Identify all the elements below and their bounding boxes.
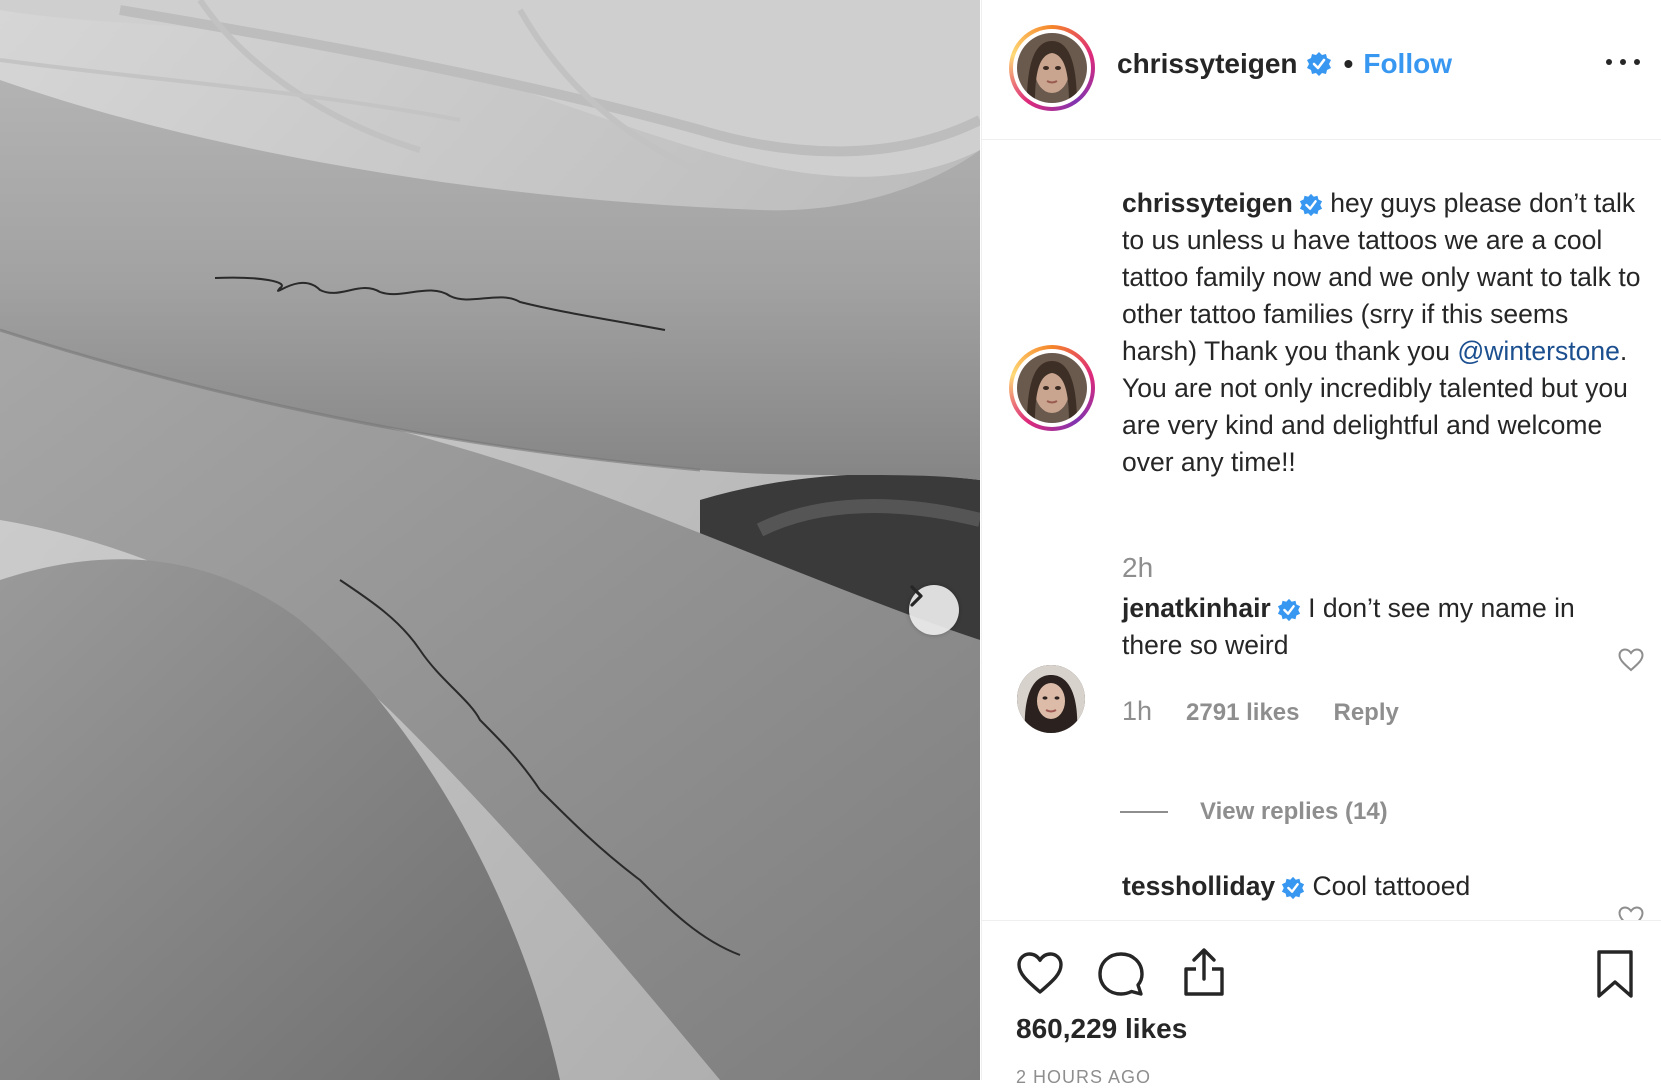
post-actions-bar: 860,229 likes 2 HOURS AGO — [982, 920, 1661, 1087]
comment-meta: 1h 2791 likes Reply — [1122, 696, 1399, 727]
comment-text: Cool tattooed — [1305, 871, 1471, 901]
avatar-image — [1017, 353, 1087, 423]
verified-badge-icon — [1277, 598, 1300, 622]
reply-button[interactable]: Reply — [1333, 699, 1398, 727]
view-replies-button[interactable]: View replies (14) — [1120, 798, 1388, 826]
caption-timestamp[interactable]: 2h — [1122, 552, 1153, 584]
follow-button[interactable]: Follow — [1363, 48, 1452, 80]
comment-timestamp[interactable]: 1h — [1122, 696, 1152, 727]
post-details-panel: chrissyteigen • Follow chrissyteigen hey… — [981, 0, 1661, 1087]
view-replies-label: View replies (14) — [1200, 798, 1388, 825]
instagram-post: chrissyteigen • Follow chrissyteigen hey… — [0, 0, 1661, 1087]
post-timestamp: 2 HOURS AGO — [1016, 1067, 1152, 1087]
bookmark-icon[interactable] — [1595, 949, 1635, 999]
caption-mention-link[interactable]: @winterstone — [1457, 336, 1619, 366]
comments-scroll-area[interactable]: chrissyteigen hey guys please don’t talk… — [982, 140, 1661, 920]
comment-username[interactable]: jenatkinhair — [1122, 593, 1271, 623]
caption-avatar[interactable] — [1009, 345, 1095, 431]
like-heart-icon[interactable] — [1016, 951, 1064, 995]
more-options-icon[interactable] — [1606, 52, 1640, 72]
replies-divider — [1120, 811, 1168, 813]
comment-bubble-icon[interactable] — [1098, 951, 1144, 997]
comment-item: jenatkinhair I don’t see my name in ther… — [1122, 590, 1612, 664]
avatar-image — [1017, 665, 1085, 733]
like-comment-heart-icon[interactable] — [1618, 906, 1644, 920]
verified-badge-icon — [1282, 876, 1305, 900]
verified-badge-icon — [1306, 52, 1331, 76]
post-likes-count[interactable]: 860,229 likes — [1016, 1013, 1187, 1045]
chevron-right-icon — [910, 585, 923, 607]
verified-badge-icon — [1299, 193, 1322, 217]
post-caption: chrissyteigen hey guys please don’t talk… — [1122, 185, 1642, 481]
author-username[interactable]: chrissyteigen — [1117, 48, 1298, 80]
comment-username[interactable]: tessholliday — [1122, 871, 1275, 901]
like-comment-heart-icon[interactable] — [1618, 648, 1644, 672]
post-photo[interactable] — [0, 0, 980, 1080]
post-header: chrissyteigen • Follow — [982, 0, 1661, 140]
author-avatar[interactable] — [1009, 25, 1095, 111]
header-user-line: chrissyteigen • Follow — [1117, 48, 1452, 80]
avatar-image — [1017, 33, 1087, 103]
next-photo-button[interactable] — [909, 585, 959, 635]
commenter-avatar[interactable] — [1017, 665, 1085, 733]
comment-item: tessholliday Cool tattooed — [1122, 868, 1612, 905]
header-separator: • — [1343, 48, 1354, 79]
caption-username[interactable]: chrissyteigen — [1122, 188, 1293, 218]
share-icon[interactable] — [1182, 947, 1226, 997]
comment-likes[interactable]: 2791 likes — [1186, 699, 1299, 727]
tattoo-photo — [0, 0, 980, 1080]
